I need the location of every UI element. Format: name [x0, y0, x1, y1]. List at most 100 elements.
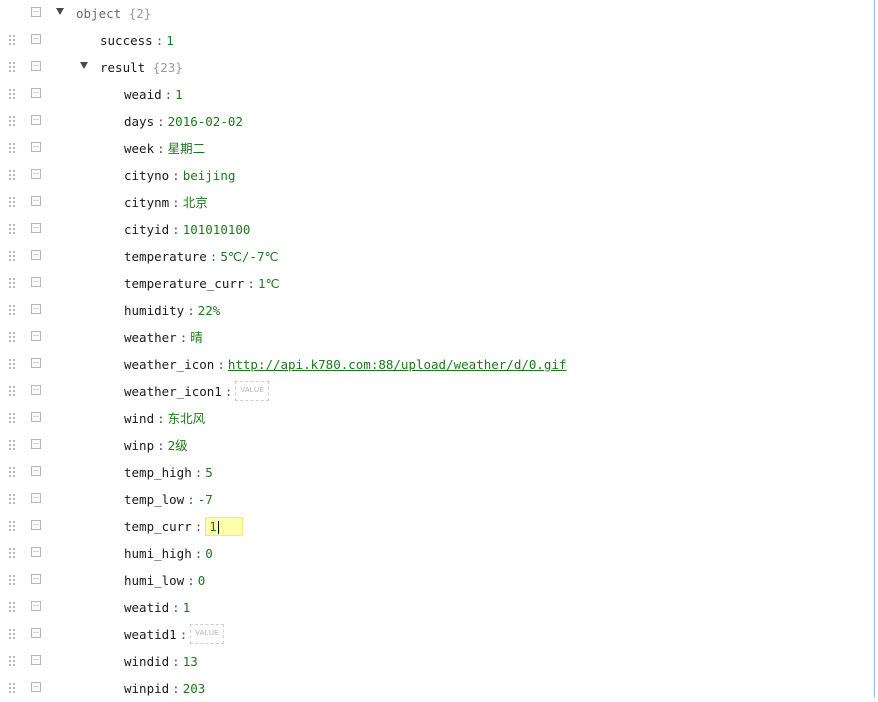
field-key[interactable]: success: [100, 33, 153, 48]
field-key[interactable]: citynm: [124, 195, 169, 210]
field-key[interactable]: cityno: [124, 168, 169, 183]
drag-handle-icon[interactable]: [8, 61, 16, 73]
field-value[interactable]: 晴: [190, 330, 203, 345]
drag-handle-icon[interactable]: [8, 331, 16, 343]
drag-handle-icon[interactable]: [8, 412, 16, 424]
field-key[interactable]: cityid: [124, 222, 169, 237]
field-key[interactable]: weather: [124, 330, 177, 345]
drag-handle-icon[interactable]: [8, 115, 16, 127]
field-key[interactable]: week: [124, 141, 154, 156]
field-key[interactable]: humidity: [124, 303, 184, 318]
drag-handle-icon[interactable]: [8, 277, 16, 289]
drag-handle-icon[interactable]: [8, 142, 16, 154]
context-menu-button[interactable]: [31, 547, 41, 557]
drag-handle-icon[interactable]: [8, 358, 16, 370]
expand-collapse-icon[interactable]: [56, 8, 64, 15]
expand-collapse-icon[interactable]: [80, 62, 88, 69]
context-menu-button[interactable]: [31, 574, 41, 584]
field-value[interactable]: 5: [205, 465, 213, 480]
drag-handle-icon[interactable]: [8, 466, 16, 478]
field-value[interactable]: beijing: [183, 168, 236, 183]
context-menu-button[interactable]: [31, 304, 41, 314]
empty-value-placeholder[interactable]: VALUE: [190, 624, 225, 644]
context-menu-button[interactable]: [31, 682, 41, 692]
drag-handle-icon[interactable]: [8, 250, 16, 262]
field-value[interactable]: 101010100: [183, 222, 251, 237]
field-value[interactable]: 1: [209, 519, 217, 534]
context-menu-button[interactable]: [31, 115, 41, 125]
drag-handle-icon[interactable]: [8, 385, 16, 397]
drag-handle-icon[interactable]: [8, 88, 16, 100]
field-value[interactable]: 2016-02-02: [168, 114, 243, 129]
context-menu-button[interactable]: [31, 223, 41, 233]
field-value[interactable]: 203: [183, 681, 206, 696]
drag-handle-icon[interactable]: [8, 628, 16, 640]
drag-handle-icon[interactable]: [8, 223, 16, 235]
field-value[interactable]: -7: [198, 492, 213, 507]
context-menu-button[interactable]: [31, 196, 41, 206]
field-value[interactable]: 5℃/-7℃: [220, 249, 278, 264]
context-menu-button[interactable]: [31, 34, 41, 44]
context-menu-button[interactable]: [31, 331, 41, 341]
field-value[interactable]: 1: [175, 87, 183, 102]
field-key[interactable]: winpid: [124, 681, 169, 696]
field-value[interactable]: 东北风: [168, 411, 206, 426]
field-value-link[interactable]: http://api.k780.com:88/upload/weather/d/…: [228, 357, 567, 372]
context-menu-button[interactable]: [31, 493, 41, 503]
drag-handle-icon[interactable]: [8, 304, 16, 316]
drag-handle-icon[interactable]: [8, 682, 16, 694]
drag-handle-icon[interactable]: [8, 547, 16, 559]
context-menu-button[interactable]: [31, 88, 41, 98]
context-menu-button[interactable]: [31, 412, 41, 422]
field-key[interactable]: winp: [124, 438, 154, 453]
field-key[interactable]: temp_low: [124, 492, 184, 507]
value-edit-field[interactable]: 1: [205, 517, 244, 536]
field-value[interactable]: 北京: [183, 195, 208, 210]
field-key[interactable]: weather_icon1: [124, 384, 222, 399]
context-menu-button[interactable]: [31, 655, 41, 665]
context-menu-button[interactable]: [31, 277, 41, 287]
field-key[interactable]: weaid: [124, 87, 162, 102]
field-key[interactable]: wind: [124, 411, 154, 426]
context-menu-button[interactable]: [31, 169, 41, 179]
drag-handle-icon[interactable]: [8, 520, 16, 532]
context-menu-button[interactable]: [31, 520, 41, 530]
context-menu-button[interactable]: [31, 142, 41, 152]
context-menu-button[interactable]: [31, 358, 41, 368]
field-key[interactable]: temp_curr: [124, 519, 192, 534]
field-key[interactable]: weatid1: [124, 627, 177, 642]
field-key[interactable]: humi_low: [124, 573, 184, 588]
field-key[interactable]: windid: [124, 654, 169, 669]
drag-handle-icon[interactable]: [8, 34, 16, 46]
field-value[interactable]: 13: [183, 654, 198, 669]
drag-handle-icon[interactable]: [8, 169, 16, 181]
context-menu-button[interactable]: [31, 250, 41, 260]
field-value[interactable]: 0: [205, 546, 213, 561]
drag-handle-icon[interactable]: [8, 493, 16, 505]
field-key[interactable]: temp_high: [124, 465, 192, 480]
field-value[interactable]: 1℃: [258, 276, 280, 291]
field-key[interactable]: days: [124, 114, 154, 129]
field-key[interactable]: temperature_curr: [124, 276, 244, 291]
context-menu-button[interactable]: [31, 61, 41, 71]
context-menu-button[interactable]: [31, 385, 41, 395]
field-value[interactable]: 2级: [168, 438, 188, 453]
drag-handle-icon[interactable]: [8, 196, 16, 208]
field-value[interactable]: 22%: [198, 303, 221, 318]
drag-handle-icon[interactable]: [8, 574, 16, 586]
field-key[interactable]: weather_icon: [124, 357, 214, 372]
field-key[interactable]: temperature: [124, 249, 207, 264]
field-key[interactable]: result: [100, 60, 145, 75]
context-menu-button[interactable]: [31, 466, 41, 476]
context-menu-button[interactable]: [31, 7, 41, 17]
context-menu-button[interactable]: [31, 601, 41, 611]
empty-value-placeholder[interactable]: VALUE: [235, 381, 270, 401]
field-value[interactable]: 1: [166, 33, 174, 48]
field-value[interactable]: 1: [183, 600, 191, 615]
field-value[interactable]: 0: [198, 573, 206, 588]
field-key[interactable]: humi_high: [124, 546, 192, 561]
field-value[interactable]: 星期二: [168, 141, 206, 156]
field-key[interactable]: weatid: [124, 600, 169, 615]
context-menu-button[interactable]: [31, 628, 41, 638]
drag-handle-icon[interactable]: [8, 439, 16, 451]
